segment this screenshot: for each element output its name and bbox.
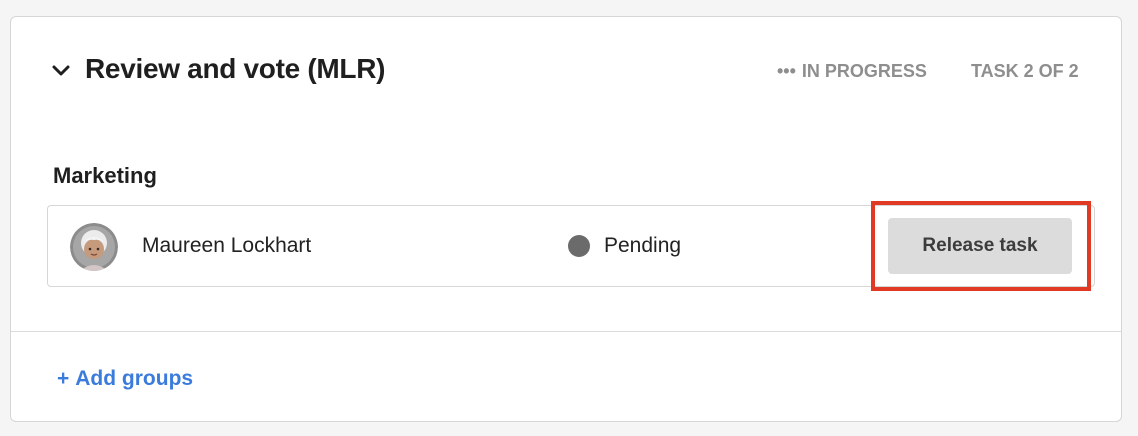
group-label: Marketing	[53, 163, 157, 188]
status-dot-icon	[568, 235, 590, 257]
avatar	[70, 223, 118, 271]
member-status: Pending	[604, 234, 682, 257]
task-header: Review and vote (MLR) ••• IN PROGRESS TAS…	[11, 17, 1121, 127]
divider	[11, 331, 1121, 332]
member-name: Maureen Lockhart	[142, 234, 312, 257]
task-status-label: IN PROGRESS	[801, 61, 927, 81]
status-dots-icon: •••	[777, 61, 796, 81]
task-card: Review and vote (MLR) ••• IN PROGRESS TAS…	[10, 16, 1122, 422]
task-status: ••• IN PROGRESS	[777, 61, 927, 82]
release-task-button[interactable]: Release task	[888, 218, 1072, 274]
add-groups-label: Add groups	[75, 367, 194, 390]
task-count: TASK 2 OF 2	[971, 61, 1079, 81]
plus-icon: +	[57, 367, 70, 390]
chevron-down-icon[interactable]	[51, 63, 71, 79]
task-title: Review and vote (MLR)	[85, 53, 386, 84]
add-groups-link[interactable]: + Add groups	[57, 367, 193, 391]
